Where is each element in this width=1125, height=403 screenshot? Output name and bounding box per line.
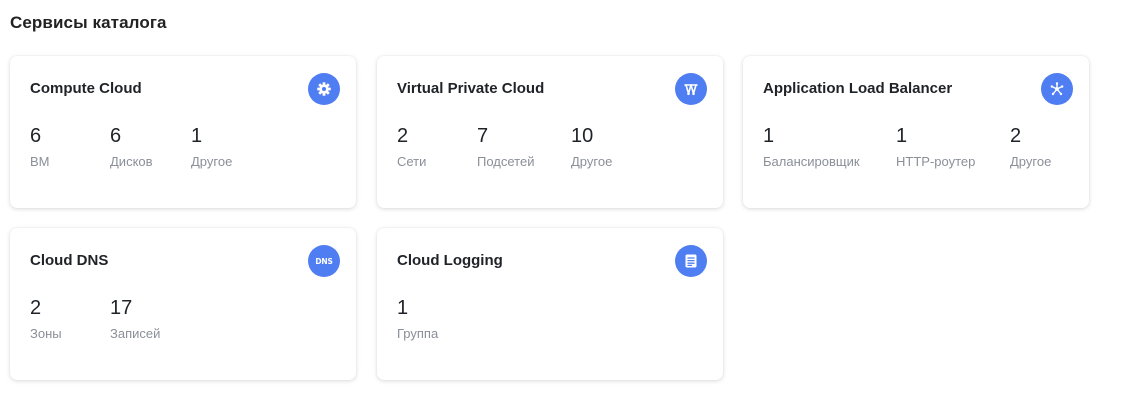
stat-value: 1 xyxy=(191,125,203,147)
stat-value: 6 xyxy=(110,125,122,147)
card-title: Application Load Balancer xyxy=(763,80,953,97)
gear-icon xyxy=(308,73,340,105)
stat-networks: 2 Сети xyxy=(397,124,426,169)
service-card-cloud-dns[interactable]: Cloud DNS DNS 2 Зоны 17 Записей xyxy=(10,228,356,380)
stat-records: 17 Записей xyxy=(110,296,160,341)
stat-label: ВМ xyxy=(30,154,50,169)
stat-label: Дисков xyxy=(110,154,153,169)
stat-disks: 6 Дисков xyxy=(110,124,153,169)
stat-balancers: 1 Балансировщик xyxy=(763,124,860,169)
stat-subnets: 7 Подсетей xyxy=(477,124,534,169)
stat-value: 17 xyxy=(110,297,133,319)
dns-icon: DNS xyxy=(308,245,340,277)
stat-other: 10 Другое xyxy=(571,124,612,169)
stat-label: Другое xyxy=(571,154,613,169)
stat-value: 10 xyxy=(571,125,594,147)
dns-icon-text: DNS xyxy=(315,256,333,266)
stat-label: Зоны xyxy=(30,326,62,341)
stat-other: 1 Другое xyxy=(191,124,232,169)
service-card-application-load-balancer[interactable]: Application Load Balancer 1 Балансировщи… xyxy=(743,56,1089,208)
stat-value: 2 xyxy=(1010,125,1022,147)
card-title: Cloud DNS xyxy=(30,252,109,269)
stat-label: Записей xyxy=(110,326,161,341)
stat-label: Подсетей xyxy=(477,154,535,169)
card-title: Compute Cloud xyxy=(30,80,142,97)
stat-label: Балансировщик xyxy=(763,154,860,169)
page-title: Сервисы каталога xyxy=(10,13,167,32)
network-icon xyxy=(675,73,707,105)
stat-value: 1 xyxy=(763,125,775,147)
stat-value: 1 xyxy=(896,125,908,147)
stat-value: 2 xyxy=(30,297,42,319)
service-card-cloud-logging[interactable]: Cloud Logging 1 Группа xyxy=(377,228,723,380)
stat-zones: 2 Зоны xyxy=(30,296,62,341)
stat-value: 7 xyxy=(477,125,489,147)
stat-groups: 1 Группа xyxy=(397,296,438,341)
stat-label: HTTP-роутер xyxy=(896,154,976,169)
stat-value: 6 xyxy=(30,125,42,147)
stat-value: 2 xyxy=(397,125,409,147)
stat-value: 1 xyxy=(397,297,409,319)
stat-vm: 6 ВМ xyxy=(30,124,50,169)
stat-label: Другое xyxy=(191,154,233,169)
stat-label: Группа xyxy=(397,326,439,341)
stat-other: 2 Другое xyxy=(1010,124,1051,169)
stat-http-routers: 1 HTTP-роутер xyxy=(896,124,975,169)
service-card-compute-cloud[interactable]: Compute Cloud 6 ВМ 6 Дисков 1 Другое xyxy=(10,56,356,208)
card-title: Cloud Logging xyxy=(397,252,503,269)
stat-label: Другое xyxy=(1010,154,1052,169)
stat-label: Сети xyxy=(397,154,427,169)
card-title: Virtual Private Cloud xyxy=(397,80,545,97)
load-balancer-icon xyxy=(1041,73,1073,105)
document-lines-icon xyxy=(675,245,707,277)
service-card-virtual-private-cloud[interactable]: Virtual Private Cloud 2 Сети 7 Подсетей xyxy=(377,56,723,208)
